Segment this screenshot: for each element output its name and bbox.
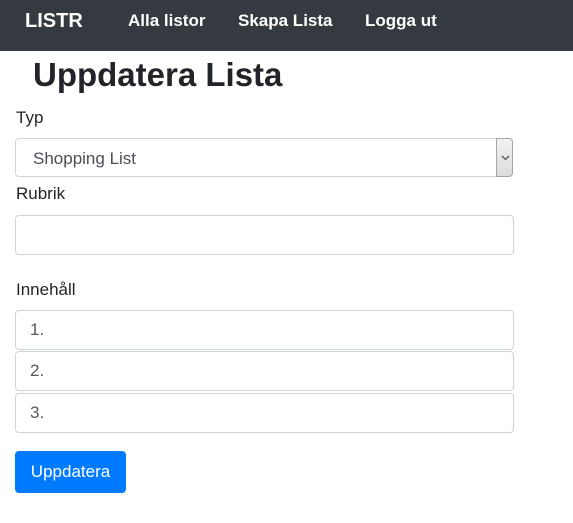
type-label: Typ <box>16 108 44 127</box>
content-item-1-input[interactable] <box>15 310 514 350</box>
select-dropdown-button[interactable] <box>496 138 513 177</box>
title-label: Rubrik <box>16 184 66 203</box>
nav-link-skapa-lista[interactable]: Skapa Lista <box>238 11 333 31</box>
update-button[interactable]: Uppdatera <box>15 451 126 493</box>
type-select-value: Shopping List <box>33 149 137 168</box>
type-select[interactable]: Shopping List <box>15 138 513 177</box>
chevron-down-icon <box>501 155 510 161</box>
brand-logo[interactable]: LISTR <box>25 9 83 33</box>
content-label: Innehåll <box>16 280 76 299</box>
nav-link-logga-ut[interactable]: Logga ut <box>365 11 437 31</box>
content-item-2-input[interactable] <box>15 351 514 391</box>
title-input[interactable] <box>15 215 514 255</box>
top-navbar: LISTR Alla listor Skapa Lista Logga ut <box>0 0 573 51</box>
content-item-3-input[interactable] <box>15 393 514 433</box>
page-title: Uppdatera Lista <box>33 56 283 93</box>
nav-link-alla-listor[interactable]: Alla listor <box>128 11 205 31</box>
